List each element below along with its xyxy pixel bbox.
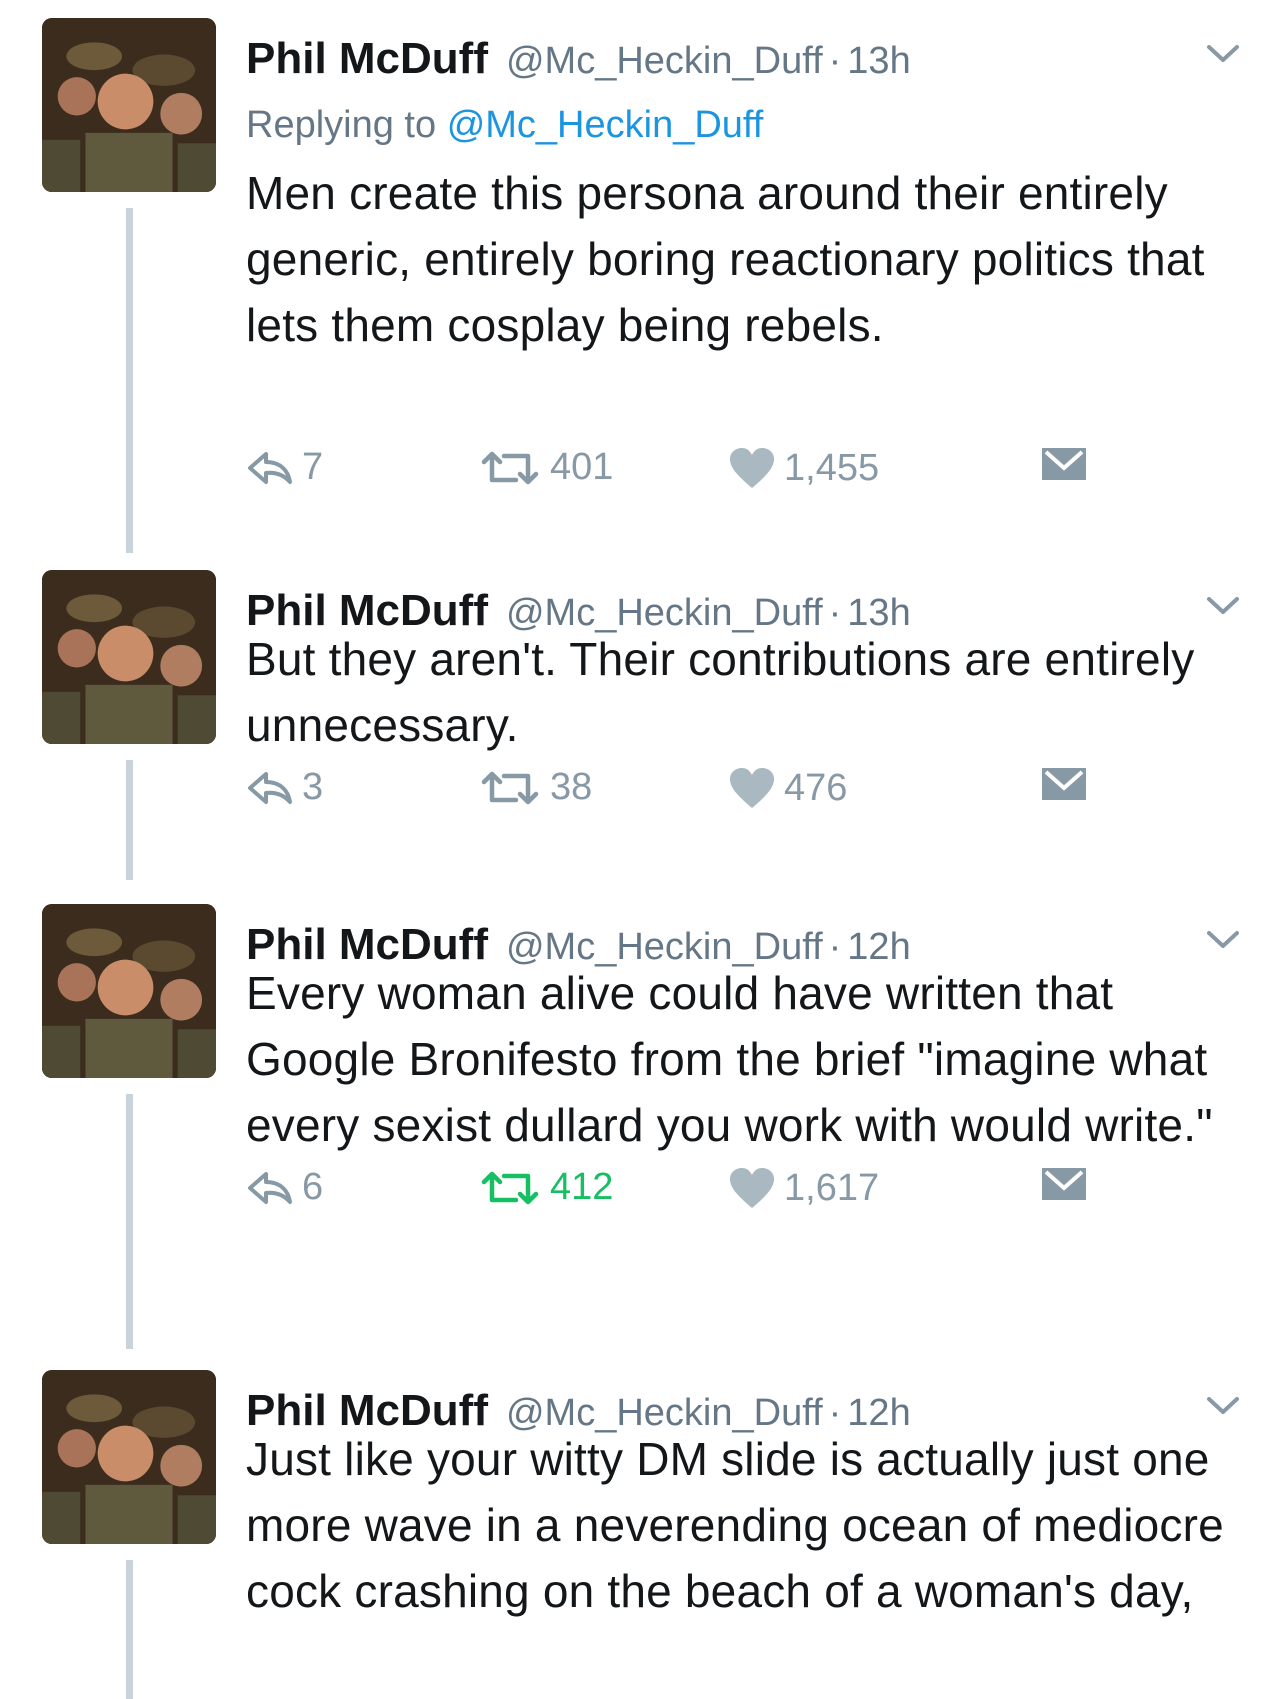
tweet-text: But they aren't. Their contributions are… xyxy=(246,633,1195,751)
replying-mention[interactable]: @Mc_Heckin_Duff xyxy=(447,104,764,146)
tweet-1[interactable]: Phil McDuff @Mc_Heckin_Duff · 13h Replyi… xyxy=(0,18,1280,568)
like-count: 476 xyxy=(784,766,848,809)
replying-to: Replying to @Mc_Heckin_Duff xyxy=(246,104,763,147)
avatar[interactable] xyxy=(42,904,216,1078)
thread-line xyxy=(126,760,133,880)
thread-line xyxy=(126,208,133,553)
user-handle[interactable]: @Mc_Heckin_Duff xyxy=(506,40,823,83)
avatar-image xyxy=(42,1370,216,1544)
tweet-4[interactable]: Phil McDuff @Mc_Heckin_Duff · 12h Just l… xyxy=(0,1370,1280,1699)
tweet-2[interactable]: Phil McDuff @Mc_Heckin_Duff · 13h But th… xyxy=(0,570,1280,900)
like-button[interactable]: 1,455 xyxy=(728,446,879,490)
like-icon xyxy=(730,768,774,808)
retweet-icon xyxy=(481,771,539,804)
direct-message-button[interactable] xyxy=(1040,1166,1088,1202)
direct-message-icon xyxy=(1042,768,1086,800)
chevron-down-icon[interactable] xyxy=(1205,1394,1241,1418)
reply-icon xyxy=(248,771,292,804)
tweet-header: Phil McDuff @Mc_Heckin_Duff · 13h xyxy=(246,34,911,84)
reply-button[interactable]: 3 xyxy=(246,766,323,809)
display-name[interactable]: Phil McDuff xyxy=(246,34,488,84)
thread-line xyxy=(126,1094,133,1349)
avatar[interactable] xyxy=(42,1370,216,1544)
chevron-down-icon[interactable] xyxy=(1205,928,1241,952)
tweet-text: Just like your witty DM slide is actuall… xyxy=(246,1433,1224,1617)
avatar[interactable] xyxy=(42,18,216,192)
like-icon xyxy=(730,1168,774,1208)
direct-message-button[interactable] xyxy=(1040,446,1088,482)
retweet-count: 412 xyxy=(550,1166,614,1208)
chevron-down-icon[interactable] xyxy=(1205,42,1241,66)
avatar-image xyxy=(42,904,216,1078)
reply-count: 7 xyxy=(302,446,324,488)
thread-line xyxy=(126,1560,133,1699)
chevron-down-icon[interactable] xyxy=(1205,594,1241,618)
like-button[interactable]: 1,617 xyxy=(728,1166,879,1210)
direct-message-icon xyxy=(1042,1168,1086,1200)
tweet-actions: 6 412 1,617 xyxy=(246,1166,1106,1226)
retweet-button[interactable]: 401 xyxy=(478,446,613,489)
like-icon xyxy=(730,448,774,488)
retweet-icon xyxy=(481,1171,539,1204)
reply-icon xyxy=(248,451,292,484)
tweet-text: Men create this persona around their ent… xyxy=(246,167,1205,351)
replying-label: Replying to xyxy=(246,104,437,146)
direct-message-button[interactable] xyxy=(1040,766,1088,802)
avatar[interactable] xyxy=(42,570,216,744)
tweet-text: Every woman alive could have written tha… xyxy=(246,967,1213,1151)
reply-icon xyxy=(248,1171,292,1204)
retweet-icon xyxy=(481,451,539,484)
avatar-image xyxy=(42,18,216,192)
reply-count: 3 xyxy=(302,766,324,808)
tweet-3[interactable]: Phil McDuff @Mc_Heckin_Duff · 12h Every … xyxy=(0,904,1280,1364)
avatar-image xyxy=(42,570,216,744)
direct-message-icon xyxy=(1042,448,1086,480)
retweet-button[interactable]: 38 xyxy=(478,766,592,809)
tweet-actions: 7 401 1,455 xyxy=(246,446,1106,506)
tweet-actions: 3 38 476 xyxy=(246,766,1106,826)
retweet-count: 401 xyxy=(550,446,614,488)
separator-dot: · xyxy=(828,40,842,82)
reply-count: 6 xyxy=(302,1166,324,1208)
like-button[interactable]: 476 xyxy=(728,766,847,810)
like-count: 1,455 xyxy=(784,446,880,489)
like-count: 1,617 xyxy=(784,1166,880,1209)
retweet-count: 38 xyxy=(550,766,593,808)
timestamp[interactable]: 13h xyxy=(847,40,910,83)
reply-button[interactable]: 6 xyxy=(246,1166,323,1209)
retweet-button[interactable]: 412 xyxy=(478,1166,613,1209)
reply-button[interactable]: 7 xyxy=(246,446,323,489)
